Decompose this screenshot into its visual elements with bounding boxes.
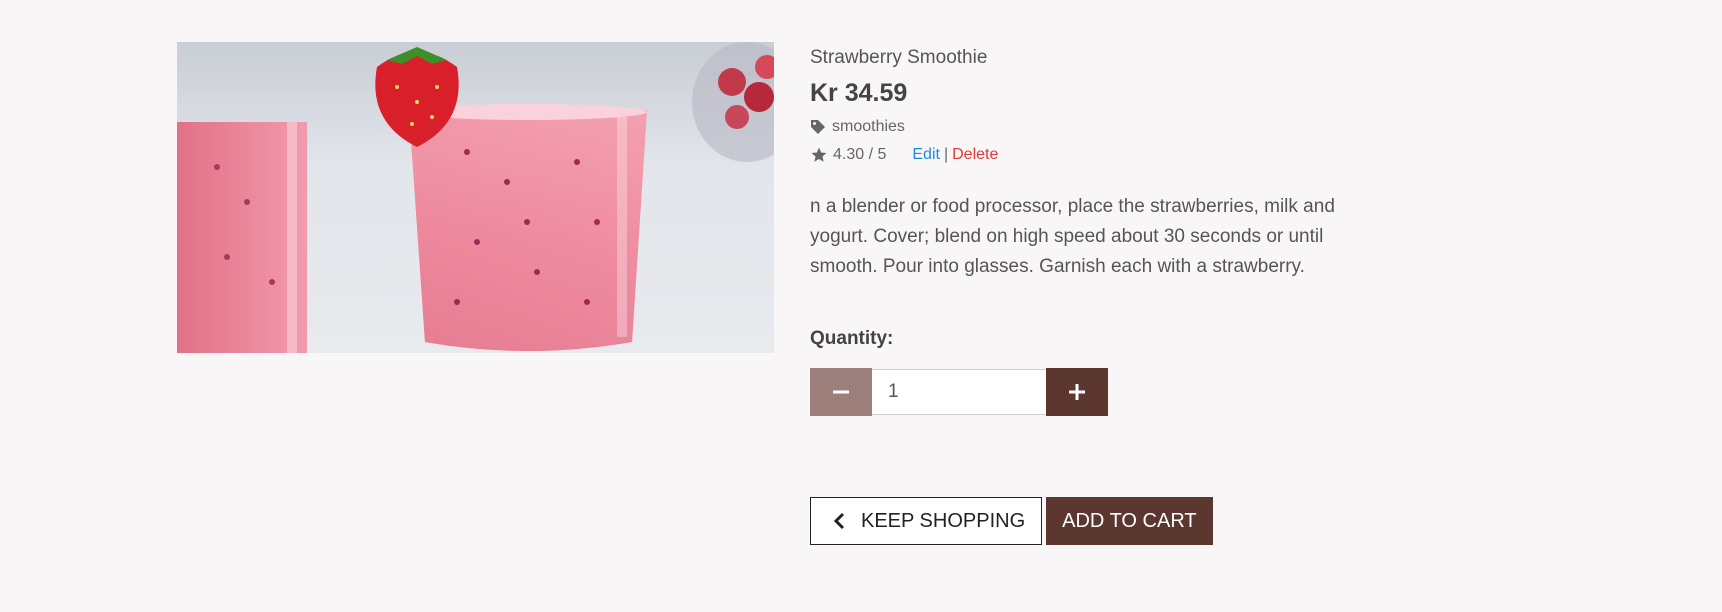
minus-icon xyxy=(833,390,849,394)
plus-icon xyxy=(1069,384,1085,400)
tag-icon xyxy=(811,120,825,134)
chevron-left-icon xyxy=(833,512,845,530)
category-label[interactable]: smoothies xyxy=(832,118,905,136)
add-to-cart-button[interactable]: ADD TO CART xyxy=(1046,497,1213,545)
delete-link[interactable]: Delete xyxy=(952,146,998,164)
product-category: smoothies xyxy=(810,116,1370,138)
product-name: Strawberry Smoothie xyxy=(810,47,988,68)
action-buttons: KEEP SHOPPING ADD TO CART xyxy=(810,497,1213,545)
quantity-label: Quantity: xyxy=(810,328,894,349)
product-details: Strawberry Smoothie Kr 34.59 smoothies 4… xyxy=(810,44,1370,416)
product-price: Kr 34.59 xyxy=(810,79,908,107)
product-description: n a blender or food processor, place the… xyxy=(810,196,1335,277)
rating-row: 4.30 / 5 Edit | Delete xyxy=(810,144,1370,166)
edit-link[interactable]: Edit xyxy=(912,146,940,164)
product-detail-page: Strawberry Smoothie Kr 34.59 smoothies 4… xyxy=(0,0,1722,612)
quantity-stepper xyxy=(810,368,1370,416)
link-separator: | xyxy=(943,146,949,163)
product-image xyxy=(177,42,774,353)
keep-shopping-label: KEEP SHOPPING xyxy=(861,509,1026,532)
quantity-input[interactable] xyxy=(872,369,1046,415)
keep-shopping-button[interactable]: KEEP SHOPPING xyxy=(810,497,1043,545)
star-icon xyxy=(811,147,827,162)
decrement-button[interactable] xyxy=(810,368,872,416)
smoothie-photo xyxy=(177,42,774,353)
increment-button[interactable] xyxy=(1046,368,1108,416)
rating-value: 4.30 / 5 xyxy=(833,146,887,163)
